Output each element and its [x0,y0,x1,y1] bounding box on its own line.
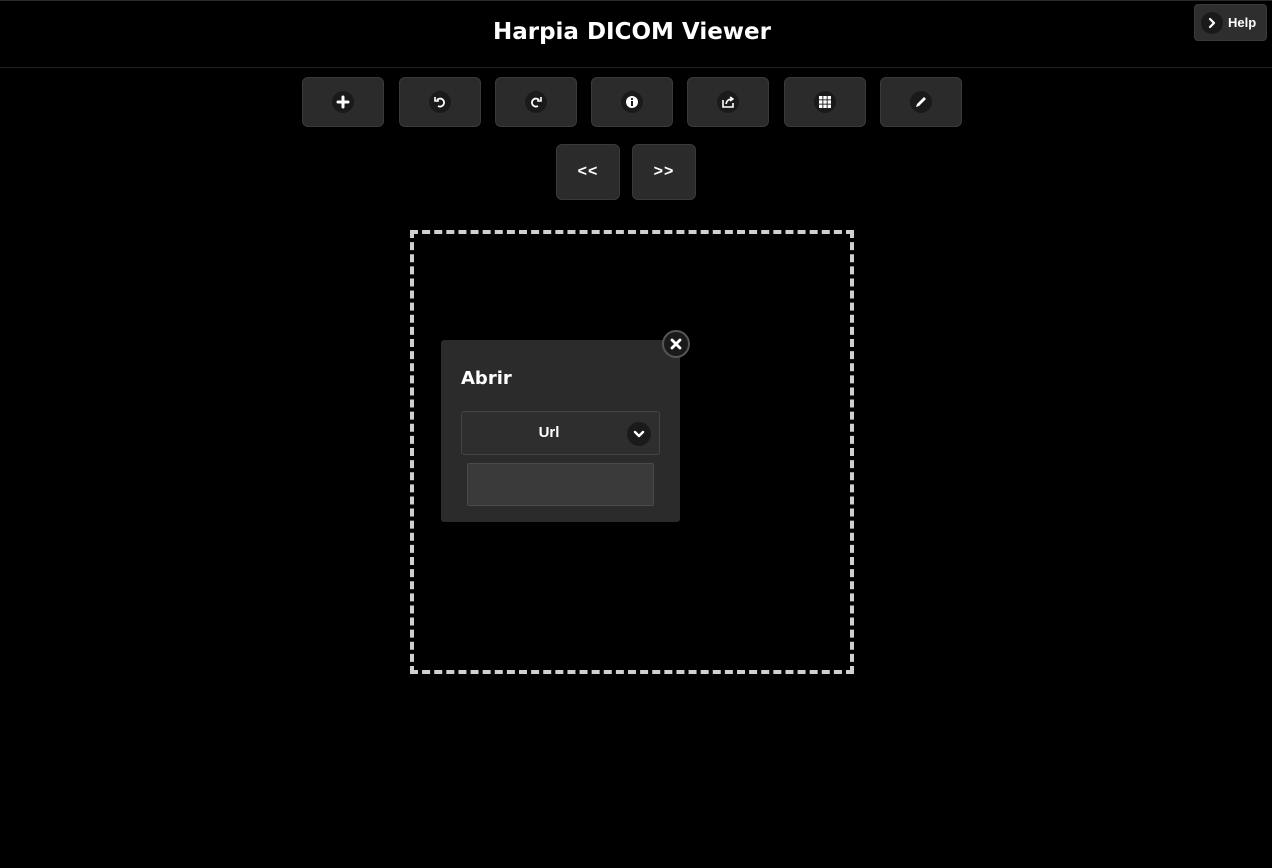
help-button[interactable]: Help [1194,4,1267,41]
share-icon [717,91,739,113]
undo-button[interactable] [399,77,481,127]
page-title: Harpia DICOM Viewer [492,19,772,45]
close-icon [670,335,682,354]
redo-button[interactable] [495,77,577,127]
pencil-icon [910,91,932,113]
undo-icon [429,91,451,113]
next-button[interactable]: >> [632,144,696,200]
info-icon [621,91,643,113]
chevron-down-icon [627,422,651,446]
chevron-right-icon [1201,11,1223,34]
open-dialog: Abrir Url [441,340,680,522]
dialog-title: Abrir [461,368,512,389]
edit-button[interactable] [880,77,962,127]
add-button[interactable] [302,77,384,127]
close-dialog-button[interactable] [662,330,690,358]
source-select-value: Url [538,424,560,441]
share-button[interactable] [687,77,769,127]
grid-icon [814,91,836,113]
info-button[interactable] [591,77,673,127]
prev-button[interactable]: << [556,144,620,200]
plus-icon [332,91,354,113]
app-header: Harpia DICOM Viewer [0,0,1272,68]
redo-icon [525,91,547,113]
help-label: Help [1228,15,1257,30]
grid-button[interactable] [784,77,866,127]
source-select[interactable]: Url [461,411,660,455]
url-input[interactable] [467,463,654,506]
